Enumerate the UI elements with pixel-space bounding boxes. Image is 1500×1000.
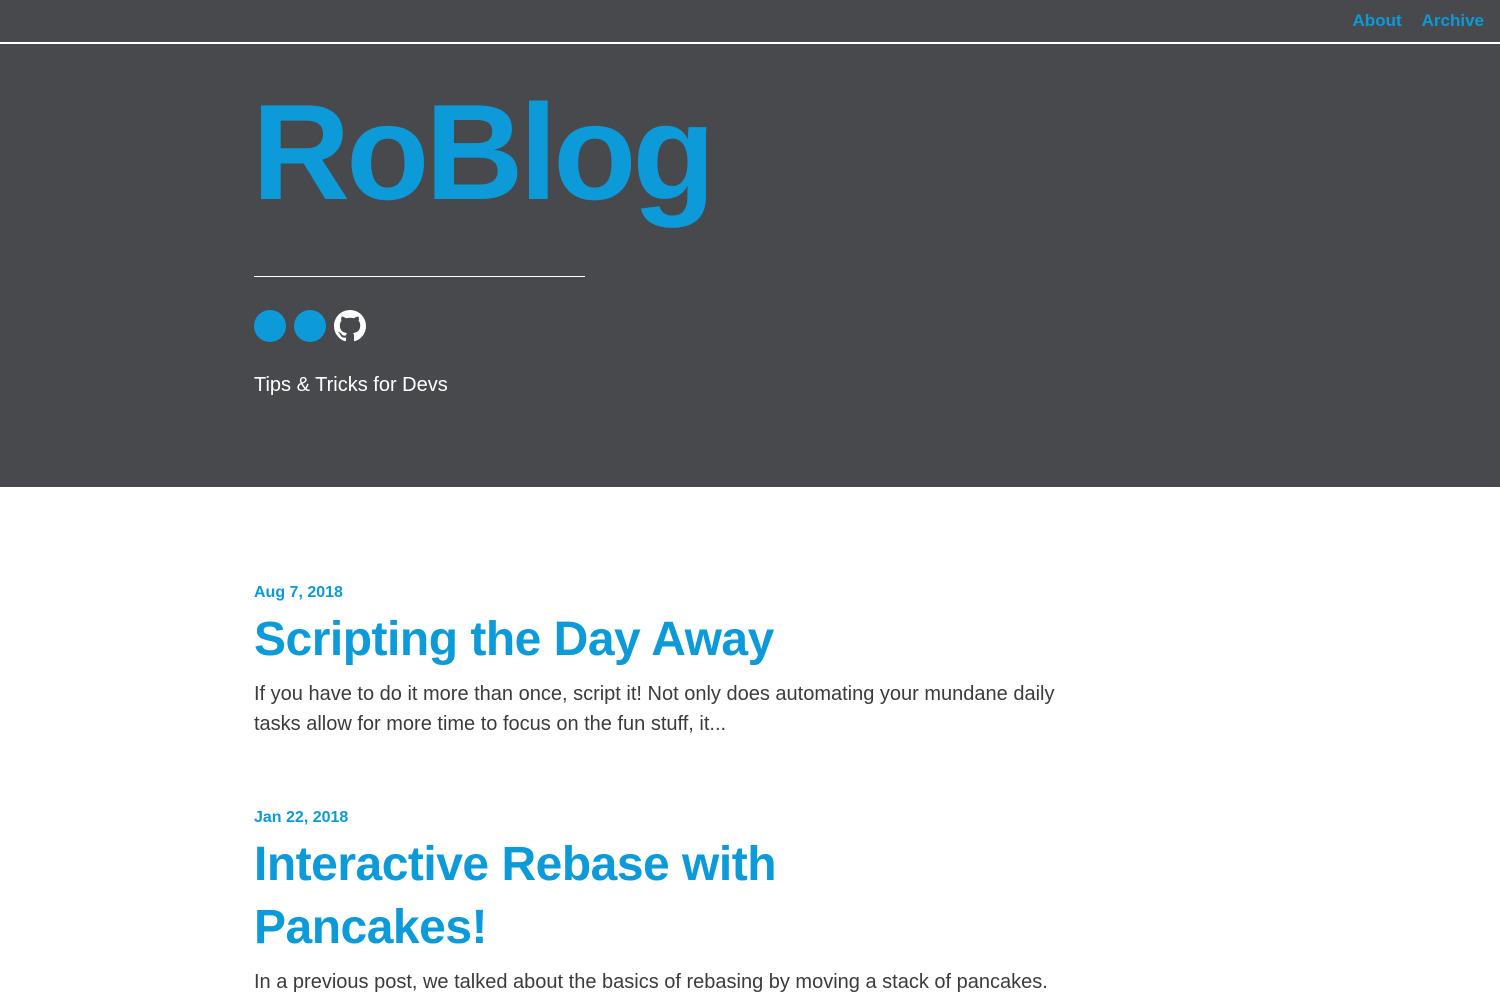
nav-link-archive[interactable]: Archive: [1422, 11, 1484, 31]
post-item: Jan 22, 2018 Interactive Rebase with Pan…: [254, 809, 1094, 997]
post-title-link[interactable]: Scripting the Day Away: [254, 608, 1094, 671]
post-excerpt: In a previous post, we talked about the …: [254, 971, 1048, 993]
site-tagline: Tips & Tricks for Devs: [254, 374, 448, 396]
top-navbar: About Archive: [0, 0, 1500, 44]
social-icon[interactable]: [294, 310, 326, 342]
main-nav: About Archive: [1353, 11, 1484, 31]
social-links: [254, 310, 366, 342]
post-item: Aug 7, 2018 Scripting the Day Away If yo…: [254, 584, 1094, 739]
nav-link-about[interactable]: About: [1353, 11, 1402, 31]
social-icon[interactable]: [254, 310, 286, 342]
post-list: Aug 7, 2018 Scripting the Day Away If yo…: [254, 584, 1094, 997]
post-excerpt: If you have to do it more than once, scr…: [254, 683, 1055, 735]
title-divider: [254, 276, 585, 277]
site-title[interactable]: RoBlog: [252, 84, 715, 220]
github-icon[interactable]: [334, 310, 366, 342]
hero-header: RoBlog Tips & Tricks for Devs: [0, 44, 1500, 487]
post-date: Jan 22, 2018: [254, 809, 349, 826]
post-date: Aug 7, 2018: [254, 584, 343, 601]
post-title-link[interactable]: Interactive Rebase with Pancakes!: [254, 833, 854, 959]
